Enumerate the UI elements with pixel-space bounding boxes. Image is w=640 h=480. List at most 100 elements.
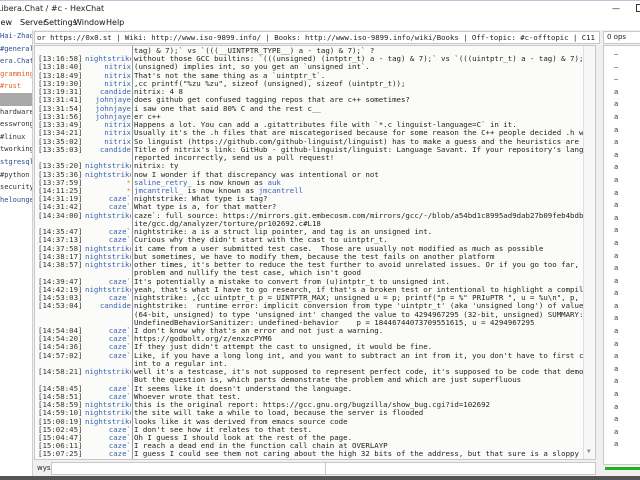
nick[interactable]: johnjaye (85, 113, 131, 121)
nick[interactable]: caze` (85, 385, 131, 393)
nick[interactable]: caze` (85, 343, 131, 351)
nick[interactable]: caze` (85, 434, 131, 442)
user-entry[interactable]: a (614, 237, 640, 250)
user-entry[interactable]: a (614, 413, 640, 426)
nick[interactable]: * (85, 187, 131, 195)
nick[interactable]: nitrix (85, 138, 131, 146)
menu-settings[interactable]: Settings (44, 16, 77, 29)
nick[interactable]: nitrix (85, 63, 131, 71)
nick[interactable]: nitrix (85, 129, 131, 137)
user-entry[interactable]: a (614, 174, 640, 187)
nick[interactable]: nightstrike (85, 212, 131, 228)
chat-scrollbar[interactable]: ▼ (583, 46, 595, 459)
nick-button[interactable]: wys (37, 464, 51, 472)
nick[interactable]: nitrix (85, 121, 131, 129)
menu-help[interactable]: Help (106, 16, 124, 29)
user-entry[interactable]: a (614, 161, 640, 174)
channel-item[interactable]: ##programming (0, 68, 32, 81)
user-entry[interactable]: — (614, 61, 640, 74)
nick[interactable]: johnjaye (85, 96, 131, 104)
scroll-down-icon[interactable]: ▼ (587, 448, 591, 456)
channel-item[interactable]: #general (0, 43, 32, 56)
message-input-extension[interactable] (326, 462, 596, 475)
channel-item[interactable]: #rust (0, 80, 32, 93)
nick[interactable]: caze` (85, 426, 131, 434)
user-entry[interactable]: a (614, 350, 640, 363)
nick[interactable]: nightstrike (85, 401, 131, 409)
user-entry[interactable]: a (614, 149, 640, 162)
user-entry[interactable]: a (614, 438, 640, 451)
user-entry[interactable]: a (614, 287, 640, 300)
nick[interactable]: caze` (85, 352, 131, 368)
user-entry[interactable]: a (614, 187, 640, 200)
user-entry[interactable]: a (614, 98, 640, 111)
nick[interactable]: caze` (85, 203, 131, 211)
channel-item[interactable]: -Hai-Zhao (0, 30, 32, 43)
minimize-button[interactable]: — (612, 1, 620, 16)
nick[interactable]: nightstrike (85, 55, 131, 63)
nick[interactable]: nitrix (85, 72, 131, 80)
nick[interactable]: nightstrike (85, 368, 131, 384)
nick[interactable]: nightstrike (85, 418, 131, 426)
user-entry[interactable]: a (614, 199, 640, 212)
channel-item[interactable]: #linux (0, 131, 32, 144)
channel-item[interactable]: #lesswrong (0, 118, 32, 131)
nick[interactable]: caze` (85, 228, 131, 236)
channel-item[interactable]: #security (0, 181, 32, 194)
nick[interactable]: nightstrike (85, 261, 131, 277)
nick[interactable] (85, 47, 131, 55)
nick[interactable]: nightstrike (85, 286, 131, 294)
nick[interactable]: * (85, 179, 131, 187)
nick[interactable]: candide (85, 302, 131, 327)
menu-view[interactable]: View (0, 16, 12, 29)
user-entry[interactable]: a (614, 262, 640, 275)
user-entry[interactable]: a (614, 401, 640, 414)
nick[interactable]: johnjaye (85, 105, 131, 113)
channel-item[interactable]: ##networking (0, 143, 32, 156)
nick[interactable]: nightstrike (85, 171, 131, 179)
user-entry[interactable]: a (614, 275, 640, 288)
user-entry[interactable]: — (614, 73, 640, 86)
nick[interactable]: caze` (85, 294, 131, 302)
user-entry[interactable]: a (614, 86, 640, 99)
nick[interactable]: caze` (85, 393, 131, 401)
nick[interactable]: nightstrike (85, 162, 131, 170)
user-entry[interactable]: a (614, 325, 640, 338)
nick[interactable]: caze` (85, 442, 131, 450)
user-entry[interactable]: a (614, 250, 640, 263)
user-entry[interactable]: a (614, 136, 640, 149)
channel-item[interactable]: #postgresql (0, 156, 32, 169)
user-entry[interactable]: — (614, 48, 640, 61)
maximize-button[interactable] (636, 4, 640, 12)
user-entry[interactable]: a (614, 124, 640, 137)
nick[interactable]: caze` (85, 335, 131, 343)
menu-server[interactable]: Server (20, 16, 46, 29)
user-entry[interactable]: a (614, 312, 640, 325)
user-entry[interactable]: a (614, 300, 640, 313)
topic-bar[interactable]: or https://0x0.st | Wiki: http://www.iso… (34, 31, 600, 44)
nick[interactable]: candide (85, 88, 131, 96)
message-input[interactable] (51, 462, 326, 475)
nick[interactable]: caze` (85, 278, 131, 286)
nick[interactable]: nightstrike (85, 245, 131, 253)
nick[interactable]: caze` (85, 236, 131, 244)
user-entry[interactable]: a (614, 363, 640, 376)
user-entry[interactable]: a (614, 426, 640, 439)
user-entry[interactable]: a (614, 212, 640, 225)
nick[interactable]: nightstrike (85, 253, 131, 261)
user-entry[interactable]: a (614, 388, 640, 401)
nick[interactable]: nightstrike (85, 409, 131, 417)
user-entry[interactable]: a (614, 224, 640, 237)
channel-item[interactable]: #python (0, 169, 32, 182)
channel-item[interactable]: #hardware (0, 106, 32, 119)
nick[interactable]: caze` (85, 450, 131, 458)
channel-item[interactable]: #c (0, 92, 32, 106)
user-entry[interactable]: a (614, 375, 640, 388)
menu-window[interactable]: Window (74, 16, 106, 29)
user-entry[interactable]: a (614, 111, 640, 124)
nick[interactable]: candide (85, 146, 131, 162)
user-entry[interactable]: a (614, 338, 640, 351)
nick[interactable]: nitrix (85, 80, 131, 88)
nick[interactable]: caze` (85, 327, 131, 335)
nick[interactable]: caze` (85, 195, 131, 203)
